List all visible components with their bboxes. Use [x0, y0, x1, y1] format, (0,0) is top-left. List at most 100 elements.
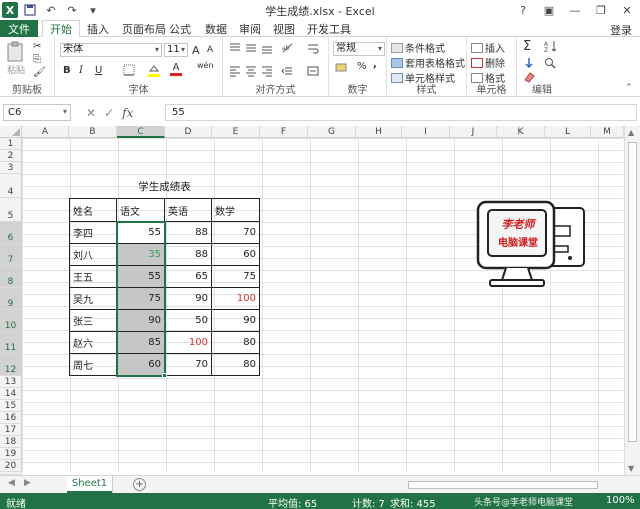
align-right-icon[interactable]: [261, 65, 273, 77]
name-cell[interactable]: 周七: [69, 354, 117, 376]
scroll-down-icon[interactable]: ▼: [628, 464, 634, 473]
sheet-prev-icon[interactable]: ◀: [8, 478, 15, 488]
delete-cells-button[interactable]: 删除: [471, 55, 505, 70]
row-header-selected[interactable]: 8: [0, 266, 22, 288]
shrink-font-button[interactable]: A: [207, 45, 213, 55]
underline-button[interactable]: U: [95, 65, 102, 76]
number-format-select[interactable]: 常规: [333, 42, 385, 56]
name-cell[interactable]: 李四: [69, 222, 117, 244]
name-cell[interactable]: 张三: [69, 310, 117, 332]
row-header[interactable]: 3: [0, 162, 22, 174]
math-cell[interactable]: 90: [212, 310, 260, 332]
cancel-icon[interactable]: ✕: [86, 106, 96, 120]
header-cell-english[interactable]: 英语: [165, 198, 212, 222]
row-header[interactable]: 16: [0, 412, 22, 424]
name-cell[interactable]: 刘八: [69, 244, 117, 266]
row-header-selected[interactable]: 10: [0, 310, 22, 332]
column-header[interactable]: M: [591, 126, 624, 138]
tab-file[interactable]: 文件: [0, 20, 38, 37]
scroll-up-icon[interactable]: ▲: [628, 128, 634, 137]
row-header[interactable]: 19: [0, 448, 22, 460]
english-cell[interactable]: 90: [165, 288, 212, 310]
column-header[interactable]: A: [22, 126, 69, 138]
chinese-cell[interactable]: 60: [117, 354, 165, 376]
sheet-next-icon[interactable]: ▶: [24, 478, 31, 488]
vertical-scroll-thumb[interactable]: [628, 142, 637, 442]
column-header[interactable]: G: [308, 126, 356, 138]
math-cell[interactable]: 100: [212, 288, 260, 310]
tab-view[interactable]: 视图: [270, 20, 298, 37]
chinese-cell[interactable]: 90: [117, 310, 165, 332]
enter-icon[interactable]: ✓: [104, 106, 114, 120]
teacher-logo-image[interactable]: 李老师 电脑课堂: [472, 196, 588, 292]
english-cell[interactable]: 65: [165, 266, 212, 288]
chinese-cell-active[interactable]: 55: [117, 222, 165, 244]
comma-button[interactable]: ,: [373, 59, 377, 70]
fill-color-icon[interactable]: [147, 63, 161, 77]
ribbon-display-icon[interactable]: ▣: [536, 0, 562, 20]
merge-center-icon[interactable]: [307, 65, 319, 77]
help-icon[interactable]: ?: [510, 0, 536, 20]
font-name-select[interactable]: 宋体: [60, 43, 162, 57]
add-sheet-button[interactable]: +: [133, 478, 146, 491]
conditional-format-button[interactable]: 条件格式: [391, 40, 445, 55]
format-painter-icon[interactable]: 🖌: [33, 67, 46, 78]
row-header[interactable]: 17: [0, 424, 22, 436]
tab-home[interactable]: 开始: [42, 20, 80, 38]
column-header[interactable]: I: [402, 126, 450, 138]
decrease-indent-icon[interactable]: [281, 65, 293, 77]
percent-button[interactable]: %: [357, 61, 367, 72]
format-as-table-button[interactable]: 套用表格格式: [391, 55, 465, 70]
fill-icon[interactable]: [523, 57, 535, 69]
login-link[interactable]: 登录: [610, 22, 632, 38]
fill-handle[interactable]: [162, 373, 167, 378]
column-header-selected[interactable]: C: [117, 126, 165, 138]
row-header-selected[interactable]: 11: [0, 332, 22, 354]
restore-icon[interactable]: ❐: [588, 0, 614, 20]
row-header[interactable]: 4: [0, 174, 22, 198]
minimize-icon[interactable]: —: [562, 0, 588, 20]
row-header[interactable]: 5: [0, 198, 22, 222]
tab-data[interactable]: 数据: [202, 20, 230, 37]
english-cell[interactable]: 70: [165, 354, 212, 376]
header-cell-name[interactable]: 姓名: [69, 198, 117, 222]
align-bottom-icon[interactable]: [261, 42, 273, 54]
column-header[interactable]: F: [260, 126, 308, 138]
row-header[interactable]: 20: [0, 460, 22, 472]
row-header-selected[interactable]: 6: [0, 222, 22, 244]
english-cell[interactable]: 88: [165, 222, 212, 244]
sheet-tab-sheet1[interactable]: Sheet1: [67, 476, 112, 493]
bold-button[interactable]: B: [63, 65, 71, 76]
english-cell[interactable]: 88: [165, 244, 212, 266]
find-select-icon[interactable]: [544, 57, 556, 69]
tab-insert[interactable]: 插入: [84, 20, 112, 37]
chinese-cell[interactable]: 85: [117, 332, 165, 354]
horizontal-scrollbar[interactable]: [398, 480, 624, 490]
column-header[interactable]: K: [497, 126, 545, 138]
column-header[interactable]: B: [69, 126, 117, 138]
row-header-selected[interactable]: 7: [0, 244, 22, 266]
cut-icon[interactable]: ✂: [33, 41, 41, 52]
math-cell[interactable]: 60: [212, 244, 260, 266]
borders-icon[interactable]: [123, 64, 135, 76]
name-box[interactable]: C6: [3, 104, 71, 121]
tab-review[interactable]: 审阅: [236, 20, 264, 37]
tab-page-layout[interactable]: 页面布局: [118, 20, 170, 37]
row-header[interactable]: 2: [0, 150, 22, 162]
close-icon[interactable]: ✕: [614, 0, 640, 20]
chinese-cell[interactable]: 35: [117, 244, 165, 266]
vertical-scrollbar[interactable]: ▲ ▼: [624, 126, 640, 475]
name-cell[interactable]: 吴九: [69, 288, 117, 310]
collapse-ribbon-icon[interactable]: ⌃: [625, 83, 633, 93]
english-cell[interactable]: 100: [165, 332, 212, 354]
autosum-button[interactable]: Σ: [523, 39, 531, 54]
math-cell[interactable]: 80: [212, 332, 260, 354]
name-cell[interactable]: 王五: [69, 266, 117, 288]
column-header[interactable]: H: [356, 126, 402, 138]
row-header[interactable]: 15: [0, 400, 22, 412]
insert-cells-button[interactable]: 插入: [471, 40, 505, 55]
row-header[interactable]: 18: [0, 436, 22, 448]
header-cell-chinese[interactable]: 语文: [117, 198, 165, 222]
english-cell[interactable]: 50: [165, 310, 212, 332]
font-color-button[interactable]: A: [170, 63, 182, 76]
